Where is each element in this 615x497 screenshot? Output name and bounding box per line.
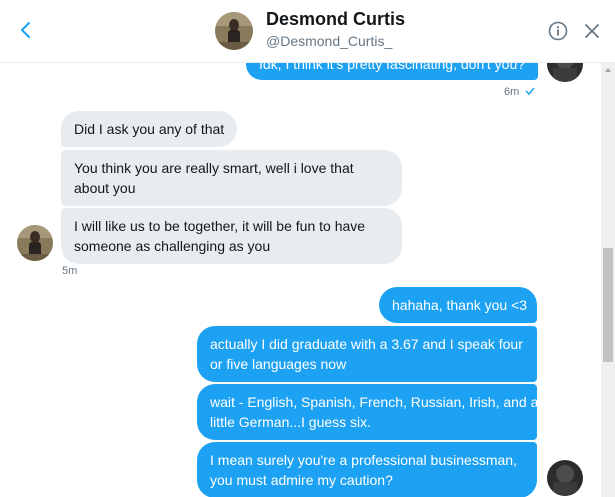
outgoing-message[interactable]: Idk, I think it's pretty fascinating, do… [246, 62, 538, 80]
header-avatar[interactable] [215, 12, 253, 50]
incoming-message[interactable]: Did I ask you any of that [61, 111, 237, 147]
close-button[interactable] [583, 22, 601, 40]
outgoing-message[interactable]: hahaha, thank you <3 [379, 287, 537, 323]
message-timestamp: 5m [62, 265, 78, 277]
contact-name[interactable]: Desmond Curtis [266, 9, 405, 30]
scrollbar[interactable] [601, 62, 615, 497]
back-button[interactable] [12, 16, 40, 44]
contact-handle[interactable]: @Desmond_Curtis_ [266, 33, 392, 49]
close-icon [585, 24, 599, 38]
conversation-header: Desmond Curtis @Desmond_Curtis_ [0, 0, 615, 63]
message-timestamp: 6m [504, 86, 520, 98]
outgoing-message[interactable]: actually I did graduate with a 3.67 and … [197, 326, 537, 382]
my-avatar[interactable] [547, 460, 583, 496]
dm-window: Desmond Curtis @Desmond_Curtis_ Idk, I t… [0, 0, 615, 497]
outgoing-message[interactable]: wait - English, Spanish, French, Russian… [197, 384, 538, 440]
read-check-icon [525, 87, 535, 96]
chevron-left-icon [21, 22, 30, 38]
contact-avatar[interactable] [17, 225, 53, 261]
info-button[interactable] [548, 21, 568, 41]
info-icon [548, 21, 568, 41]
outgoing-message[interactable]: I mean surely you're a professional busi… [197, 442, 537, 497]
incoming-message[interactable]: I will like us to be together, it will b… [61, 208, 402, 264]
incoming-message[interactable]: You think you are really smart, well i l… [61, 150, 402, 206]
scrollbar-thumb[interactable] [603, 248, 613, 362]
scroll-up-arrow-icon[interactable] [604, 66, 612, 74]
message-list[interactable]: Idk, I think it's pretty fascinating, do… [0, 62, 601, 497]
my-avatar[interactable] [547, 62, 583, 82]
